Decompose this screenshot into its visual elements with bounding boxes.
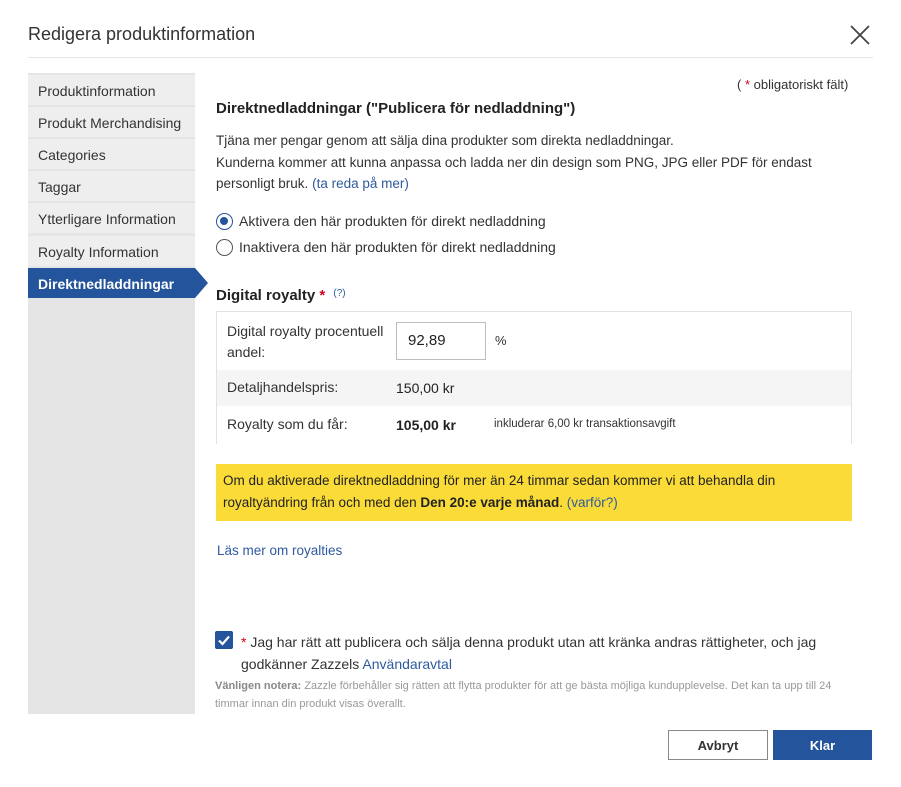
sidebar: Produktinformation Produkt Merchandising… [28,73,208,714]
description-line-1: Tjäna mer pengar genom att sälja dina pr… [216,133,674,148]
disable-label: Inaktivera den här produkten för direkt … [239,239,556,255]
percent-symbol: % [495,333,507,348]
learn-more-link[interactable]: (ta reda på mer) [312,176,409,191]
table-row: Detaljhandelspris: 150,00 kr [217,370,851,406]
percent-label: Digital royalty procentuell andel: [227,323,384,360]
royalty-earned-label: Royalty som du får: [227,416,348,432]
done-button[interactable]: Klar [773,730,872,760]
sidebar-item-additional-info[interactable]: Ytterligare Information [28,203,195,233]
section-heading: Direktnedladdningar ("Publicera för nedl… [216,100,576,117]
transaction-fee-note: inkluderar 6,00 kr transaktionsavgift [494,418,676,430]
note-text: Zazzle förbehåller sig rätten att flytta… [215,680,832,710]
retail-price-label: Detaljhandelspris: [227,379,339,395]
note-label: Vänligen notera: [215,680,302,692]
radio-enable[interactable] [216,213,233,230]
dialog-title: Redigera produktinformation [28,24,256,44]
retail-price-value: 150,00 kr [396,380,455,396]
royalty-change-notice: Om du aktiverade direktnedladdning för m… [216,464,852,521]
notice-date: Den 20:e varje månad [420,495,560,510]
sidebar-item-tags[interactable]: Taggar [28,171,195,201]
cancel-button[interactable]: Avbryt [668,730,768,760]
royalty-heading-text: Digital royalty [216,287,316,304]
close-icon[interactable] [848,23,872,47]
consent-required-star: * [241,634,247,650]
title-divider [28,57,873,58]
notice-end: . [559,495,563,510]
sidebar-item-categories[interactable]: Categories [28,139,195,169]
digital-royalty-heading: Digital royalty * (?) [216,287,346,304]
sidebar-item-royalty-info[interactable]: Royalty Information [28,236,195,266]
radio-disable[interactable] [216,239,233,256]
table-row: Digital royalty procentuell andel: 92,89… [217,312,851,370]
required-star: * [744,77,751,92]
please-note: Vänligen notera: Zazzle förbehåller sig … [215,677,855,713]
description-line-2: Kunderna kommer att kunna anpassa och la… [216,154,812,192]
royalty-help-link[interactable]: (?) [333,288,345,299]
learn-more-royalties-link[interactable]: Läs mer om royalties [217,543,342,558]
required-note-open: ( [737,77,742,92]
why-link[interactable]: (varför?) [567,495,618,510]
royalty-earned-value: 105,00 kr [396,417,456,433]
disable-download-option[interactable]: Inaktivera den här produkten för direkt … [216,239,556,256]
sidebar-item-product-info[interactable]: Produktinformation [28,75,195,105]
sidebar-item-label: Direktnedladdningar [38,276,175,292]
required-field-note: ( * obligatoriskt fält) [737,77,848,92]
consent-text: * Jag har rätt att publicera och sälja d… [241,631,841,675]
enable-label: Aktivera den här produkten för direkt ne… [239,213,546,229]
royalty-table: Digital royalty procentuell andel: 92,89… [216,311,852,444]
edit-product-dialog: Redigera produktinformation Produktinfor… [0,0,901,787]
user-agreement-link[interactable]: Användaravtal [362,656,452,672]
table-row: Royalty som du får: 105,00 kr inkluderar… [217,406,851,444]
consent-statement: Jag har rätt att publicera och sälja den… [241,634,817,672]
consent-checkbox[interactable] [215,631,233,649]
enable-download-option[interactable]: Aktivera den här produkten för direkt ne… [216,213,546,230]
royalty-percent-input[interactable]: 92,89 [396,322,486,360]
sidebar-item-merchandising[interactable]: Produkt Merchandising [28,107,195,137]
royalty-required-star: * [319,287,326,304]
required-note-text: obligatoriskt fält) [753,77,849,92]
sidebar-item-direct-downloads[interactable]: Direktnedladdningar [28,268,208,298]
active-arrow-indicator [195,268,208,298]
section-description: Tjäna mer pengar genom att sälja dina pr… [216,130,856,195]
